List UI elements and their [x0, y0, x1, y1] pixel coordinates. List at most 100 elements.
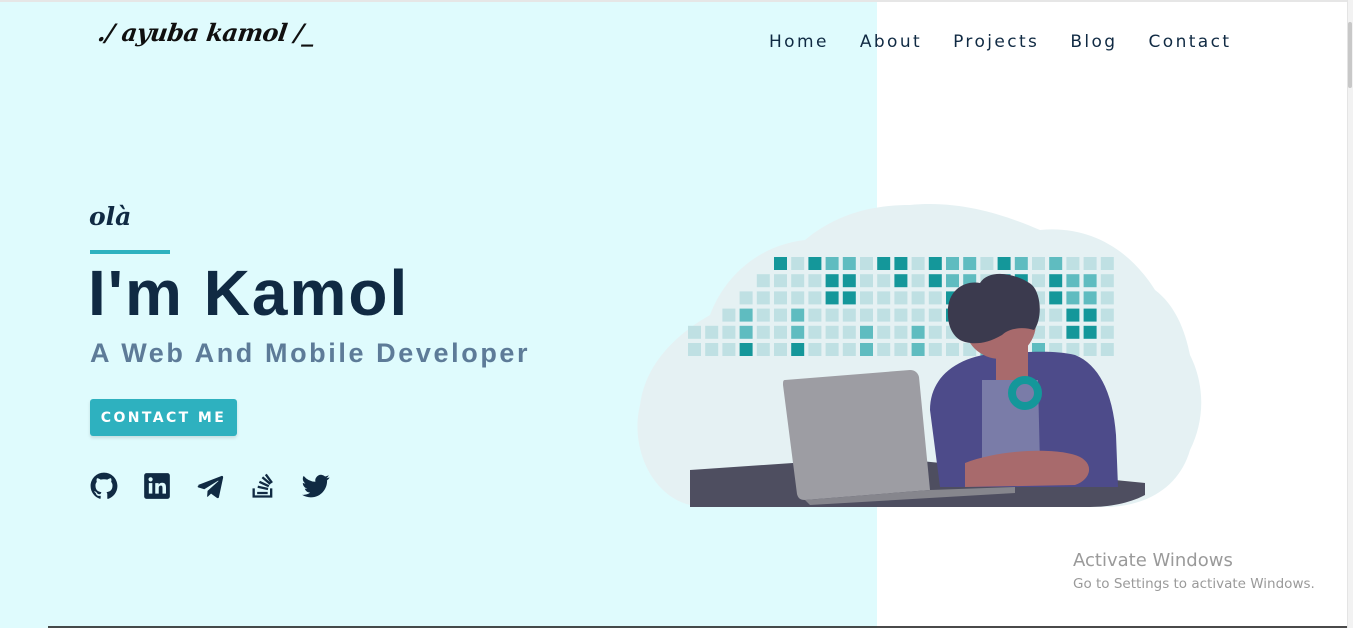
grid-tile	[842, 257, 856, 270]
grid-tile	[1014, 257, 1028, 270]
main-nav: Home About Projects Blog Contact	[769, 32, 1262, 52]
grid-tile	[842, 343, 856, 356]
grid-tile	[739, 291, 753, 305]
watermark-title: Activate Windows	[1073, 550, 1233, 571]
grid-tile	[1083, 343, 1097, 356]
grid-tile	[808, 343, 822, 356]
nav-projects[interactable]: Projects	[953, 32, 1039, 52]
grid-tile	[825, 308, 839, 322]
grid-tile	[1100, 308, 1114, 322]
grid-tile	[756, 308, 770, 322]
grid-tile	[825, 343, 839, 356]
grid-tile	[963, 257, 977, 270]
grid-tile	[722, 308, 736, 322]
nav-home[interactable]: Home	[769, 32, 829, 52]
github-icon[interactable]	[90, 472, 118, 500]
grid-tile	[1066, 291, 1080, 305]
grid-tile	[980, 257, 994, 270]
grid-tile	[1100, 343, 1114, 356]
grid-tile	[808, 274, 822, 288]
grid-tile	[756, 291, 770, 305]
grid-tile	[1066, 274, 1080, 288]
grid-tile	[911, 291, 925, 305]
grid-tile	[928, 291, 942, 305]
grid-tile	[808, 291, 822, 305]
telegram-icon[interactable]	[196, 472, 224, 500]
grid-tile	[894, 291, 908, 305]
hero-subtitle: A Web And Mobile Developer	[90, 338, 531, 368]
grid-tile	[894, 274, 908, 288]
site-logo[interactable]: ./ ayuba kamol /_	[96, 18, 317, 47]
grid-tile	[1049, 257, 1063, 270]
grid-tile	[774, 325, 787, 339]
grid-tile	[791, 343, 805, 356]
grid-tile	[722, 325, 736, 339]
grid-tile	[688, 343, 701, 356]
grid-tile	[791, 308, 805, 322]
grid-tile	[928, 274, 942, 288]
grid-tile	[1100, 257, 1114, 270]
grid-tile	[739, 325, 753, 339]
grid-tile	[911, 325, 925, 339]
grid-tile	[1032, 274, 1045, 288]
grid-tile	[911, 257, 925, 270]
grid-tile	[1066, 308, 1080, 322]
grid-tile	[911, 343, 925, 356]
grid-tile	[860, 308, 873, 322]
grid-tile	[705, 343, 719, 356]
grid-tile	[877, 325, 891, 339]
grid-tile	[825, 274, 839, 288]
linkedin-icon[interactable]	[143, 472, 171, 500]
hero-title: I'm Kamol	[88, 257, 410, 329]
grid-tile	[1083, 274, 1097, 288]
grid-tile	[1049, 274, 1063, 288]
vertical-scrollbar[interactable]	[1347, 0, 1353, 628]
grid-tile	[860, 343, 873, 356]
grid-tile	[1083, 325, 1097, 339]
nav-blog[interactable]: Blog	[1070, 32, 1117, 52]
twitter-icon[interactable]	[302, 472, 330, 500]
grid-tile	[791, 325, 805, 339]
grid-tile	[825, 325, 839, 339]
grid-tile	[877, 308, 891, 322]
grid-tile	[946, 274, 959, 288]
grid-tile	[722, 343, 736, 356]
grid-tile	[928, 343, 942, 356]
grid-tile	[1066, 257, 1080, 270]
grid-tile	[877, 257, 891, 270]
grid-tile	[1083, 257, 1097, 270]
windows-activation-watermark: Activate Windows Go to Settings to activ…	[1073, 550, 1315, 592]
grid-tile	[860, 325, 873, 339]
grid-tile	[1049, 291, 1063, 305]
grid-tile	[1049, 325, 1063, 339]
grid-tile	[1066, 325, 1080, 339]
grid-tile	[928, 257, 942, 270]
grid-tile	[688, 325, 701, 339]
grid-tile	[1100, 291, 1114, 305]
grid-tile	[791, 291, 805, 305]
grid-tile	[774, 308, 787, 322]
contact-me-button[interactable]: CONTACT ME	[90, 399, 237, 436]
social-links	[90, 472, 355, 500]
grid-tile	[877, 274, 891, 288]
grid-tile	[774, 291, 787, 305]
grid-tile	[756, 274, 770, 288]
grid-tile	[808, 257, 822, 270]
stackoverflow-icon[interactable]	[249, 472, 277, 500]
grid-tile	[894, 325, 908, 339]
watermark-subtitle: Go to Settings to activate Windows.	[1073, 576, 1315, 592]
grid-tile	[791, 257, 805, 270]
nav-about[interactable]: About	[860, 32, 922, 52]
grid-tile	[774, 274, 787, 288]
grid-tile	[911, 274, 925, 288]
grid-tile	[860, 291, 873, 305]
laptop-screen	[783, 370, 930, 500]
grid-tile	[911, 308, 925, 322]
scrollbar-thumb[interactable]	[1348, 22, 1352, 88]
grid-tile	[1100, 325, 1114, 339]
nav-contact[interactable]: Contact	[1149, 32, 1232, 52]
grid-tile	[997, 257, 1011, 270]
grid-tile	[756, 325, 770, 339]
grid-tile	[705, 325, 719, 339]
grid-tile	[894, 308, 908, 322]
